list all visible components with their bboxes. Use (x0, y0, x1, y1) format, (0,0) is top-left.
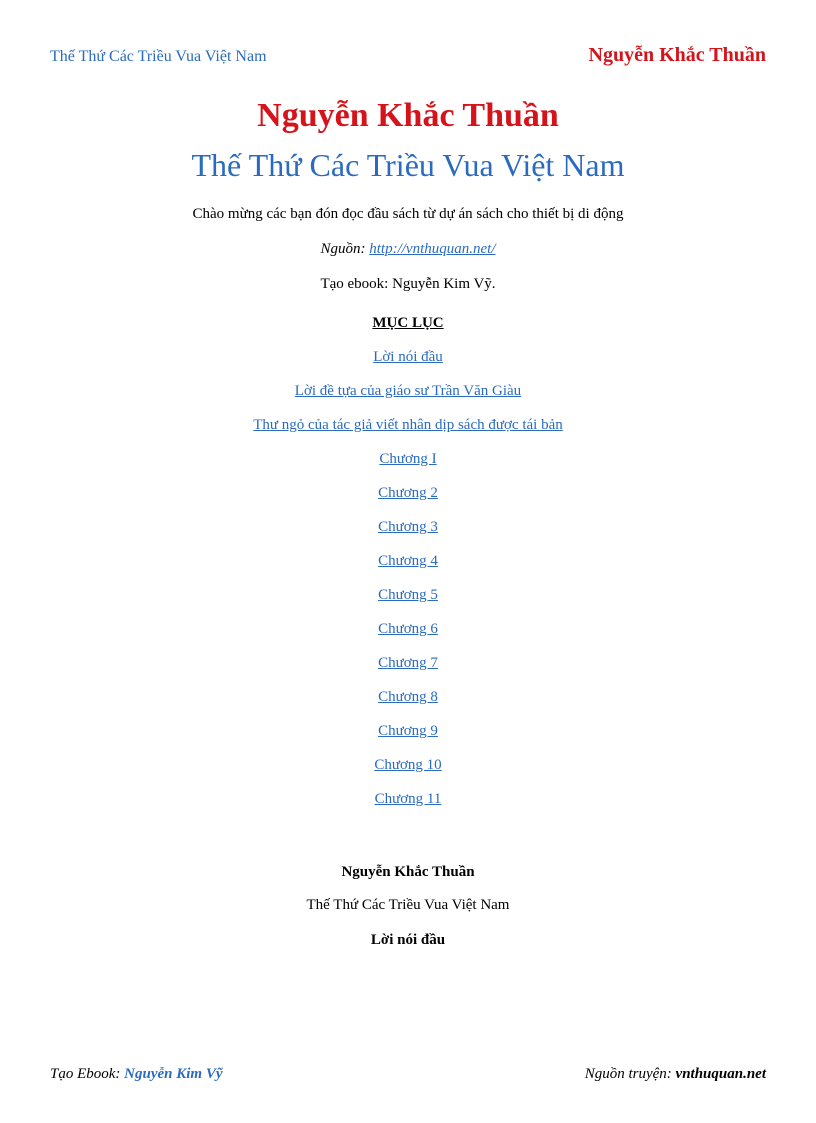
toc-item: Chương I (50, 450, 766, 468)
toc-item: Chương 2 (50, 484, 766, 502)
toc-item: Chương 8 (50, 688, 766, 706)
toc-item: Thư ngỏ của tác giả viết nhân dịp sách đ… (50, 416, 766, 434)
footer-left: Tạo Ebook: Nguyễn Kim Vỹ (50, 1066, 223, 1083)
toc-link-chuong-9[interactable]: Chương 9 (378, 723, 438, 739)
spacer (50, 824, 766, 864)
page-footer: Tạo Ebook: Nguyễn Kim Vỹ Nguồn truyện: v… (50, 1066, 766, 1083)
footer-creator-label: Tạo Ebook (50, 1066, 115, 1082)
source-label: Nguồn: (321, 241, 370, 257)
title-book: Thế Thứ Các Triều Vua Việt Nam (50, 147, 766, 184)
toc-item: Chương 3 (50, 518, 766, 536)
toc-link-chuong-11[interactable]: Chương 11 (375, 791, 442, 807)
source-link[interactable]: http://vnthuquan.net/ (369, 241, 495, 257)
section-author: Nguyễn Khắc Thuần (50, 864, 766, 881)
toc-link-loi-de-tua[interactable]: Lời đề tựa của giáo sư Trần Văn Giàu (295, 383, 521, 399)
toc-link-chuong-5[interactable]: Chương 5 (378, 587, 438, 603)
ebook-creator: Tạo ebook: Nguyễn Kim Vỹ. (50, 276, 766, 293)
source-line: Nguồn: http://vnthuquan.net/ (50, 241, 766, 258)
toc-link-chuong-4[interactable]: Chương 4 (378, 553, 438, 569)
document-body: Nguyễn Khắc Thuần Thế Thứ Các Triều Vua … (50, 97, 766, 1066)
footer-right: Nguồn truyện: vnthuquan.net (585, 1066, 766, 1083)
section-book-title: Thế Thứ Các Triều Vua Việt Nam (50, 897, 766, 914)
footer-source-label: Nguồn truyện (585, 1066, 667, 1082)
toc-link-chuong-3[interactable]: Chương 3 (378, 519, 438, 535)
footer-source-value: vnthuquan.net (676, 1066, 766, 1082)
title-author: Nguyễn Khắc Thuần (50, 97, 766, 135)
footer-creator-name: Nguyễn Kim Vỹ (124, 1066, 222, 1082)
toc-link-chuong-10[interactable]: Chương 10 (374, 757, 441, 773)
toc-item: Lời đề tựa của giáo sư Trần Văn Giàu (50, 382, 766, 400)
toc-item: Chương 4 (50, 552, 766, 570)
header-book-title: Thế Thứ Các Triều Vua Việt Nam (50, 48, 267, 66)
toc-link-chuong-8[interactable]: Chương 8 (378, 689, 438, 705)
intro-text: Chào mừng các bạn đón đọc đầu sách từ dự… (50, 206, 766, 223)
toc-item: Lời nói đầu (50, 348, 766, 366)
toc-item: Chương 7 (50, 654, 766, 672)
toc-link-loi-noi-dau[interactable]: Lời nói đầu (373, 349, 443, 365)
toc-item: Chương 10 (50, 756, 766, 774)
toc-item: Chương 5 (50, 586, 766, 604)
toc-link-chuong-7[interactable]: Chương 7 (378, 655, 438, 671)
toc-link-chuong-2[interactable]: Chương 2 (378, 485, 438, 501)
toc-header: MỤC LỤC (50, 315, 766, 332)
header-author-name: Nguyễn Khắc Thuần (589, 44, 766, 67)
toc-link-thu-ngo[interactable]: Thư ngỏ của tác giả viết nhân dịp sách đ… (253, 417, 563, 433)
page-header: Thế Thứ Các Triều Vua Việt Nam Nguyễn Kh… (50, 44, 766, 67)
toc-link-chuong-6[interactable]: Chương 6 (378, 621, 438, 637)
toc-link-chuong-1[interactable]: Chương I (379, 451, 436, 467)
toc-item: Chương 9 (50, 722, 766, 740)
toc-item: Chương 6 (50, 620, 766, 638)
section-heading: Lời nói đầu (50, 932, 766, 949)
toc-item: Chương 11 (50, 790, 766, 808)
